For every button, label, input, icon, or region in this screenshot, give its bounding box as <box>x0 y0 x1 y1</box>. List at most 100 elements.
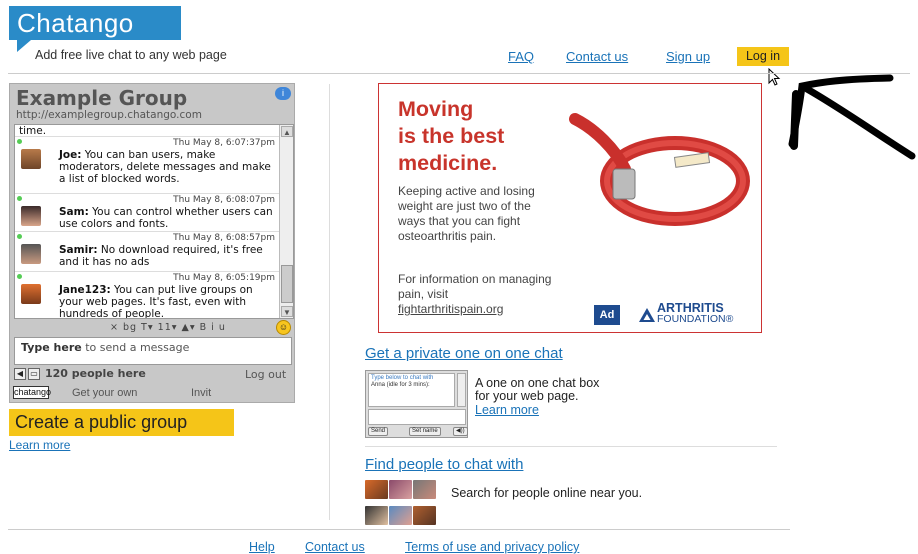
advertisement[interactable]: Moving is the best medicine. Keeping act… <box>378 83 762 333</box>
page: Chatango Add free live chat to any web p… <box>0 0 918 554</box>
message-text: You can ban users, make moderators, dele… <box>59 149 271 185</box>
footer-help[interactable]: Help <box>249 540 275 554</box>
mini-setname-button: Set name <box>409 427 441 436</box>
input-hint: to send a message <box>81 341 190 354</box>
message-item: Thu May 8, 6:08:07pm Sam: You can contro… <box>15 193 293 231</box>
avatar[interactable] <box>389 506 412 525</box>
message-user[interactable]: Jane123: <box>59 284 111 296</box>
message-scrollbar[interactable]: ▲ ▼ <box>279 125 293 318</box>
avatar[interactable] <box>365 506 388 525</box>
create-public-group-button[interactable]: Create a public group <box>9 409 234 436</box>
invite-link[interactable]: Invit <box>191 387 211 399</box>
avatar[interactable] <box>21 284 41 304</box>
contact-link[interactable]: Contact us <box>566 49 628 64</box>
nav-signup[interactable]: Sign up <box>666 49 710 64</box>
scroll-up-icon[interactable]: ▲ <box>281 126 293 137</box>
scroll-thumb[interactable] <box>281 265 293 303</box>
footer-contact[interactable]: Contact us <box>305 540 365 554</box>
message-list[interactable]: time. Thu May 8, 6:07:37pm Joe: You can … <box>14 124 294 319</box>
private-chat-description: A one on one chat box for your web page. <box>475 377 599 403</box>
message-time: Thu May 8, 6:08:57pm <box>173 233 275 243</box>
learn-more-private-link[interactable]: Learn more <box>475 403 539 417</box>
mini-chat-scrollbar <box>457 373 466 407</box>
nav-faq[interactable]: FAQ <box>508 49 534 64</box>
login-button[interactable]: Log in <box>737 47 789 66</box>
dog-collar-image <box>569 113 750 226</box>
terms-link[interactable]: Terms of use and privacy policy <box>405 540 579 554</box>
faq-link[interactable]: FAQ <box>508 49 534 64</box>
nav-contact[interactable]: Contact us <box>566 49 628 64</box>
avatar[interactable] <box>21 244 41 264</box>
ad-council-logo: Ad <box>594 305 620 325</box>
avatar[interactable] <box>21 149 41 169</box>
private-chat-link[interactable]: Get a private one on one chat <box>365 345 563 362</box>
ad-info: For information on managing pain, visit … <box>398 272 558 317</box>
find-people-description: Search for people online near you. <box>451 486 643 500</box>
mini-chat-input <box>368 409 466 425</box>
scroll-down-icon[interactable]: ▼ <box>281 306 293 317</box>
online-dot-icon <box>17 139 22 144</box>
private-chat-preview[interactable]: Type below to chat with Anna (idle for 3… <box>365 370 468 438</box>
footer-terms[interactable]: Terms of use and privacy policy <box>405 540 579 554</box>
ad-headline-line: Moving <box>398 97 474 121</box>
mouse-cursor-icon <box>768 68 781 86</box>
mini-chat-status: Anna (idle for 3 mins): <box>371 382 430 388</box>
help-link[interactable]: Help <box>249 540 275 554</box>
mini-sound-icon: ◀)) <box>453 427 468 436</box>
message-item: Thu May 8, 6:08:57pm Samir: No download … <box>15 231 293 271</box>
online-dot-icon <box>17 234 22 239</box>
signup-link[interactable]: Sign up <box>666 49 710 64</box>
group-url[interactable]: http://examplegroup.chatango.com <box>16 109 202 121</box>
chatango-mini-logo[interactable]: chatango <box>13 386 51 399</box>
ad-headline: Moving is the best medicine. <box>398 96 504 177</box>
arthritis-foundation-logo: ARTHRITIS FOUNDATION® <box>657 302 734 325</box>
ad-body: Keeping active and losing weight are jus… <box>398 184 535 243</box>
sound-icon[interactable]: ◀ <box>14 368 26 380</box>
people-avatars[interactable] <box>365 480 445 532</box>
emoticon-icon[interactable]: ☺ <box>276 320 291 335</box>
arthritis-line: FOUNDATION® <box>657 313 734 325</box>
logo-text: Chatango <box>17 8 134 38</box>
mini-send-button: Send <box>368 427 389 436</box>
avatar[interactable] <box>389 480 412 499</box>
format-toolbar[interactable]: × bg T▾ 11▾ ▲▾ B i u <box>110 322 226 333</box>
message-user[interactable]: Joe: <box>59 149 81 161</box>
ad-headline-line: medicine. <box>398 151 498 175</box>
section-divider <box>365 446 777 447</box>
avatar[interactable] <box>413 480 436 499</box>
ad-link[interactable]: fightarthritispain.org <box>398 302 503 316</box>
input-hint-bold: Type here <box>21 341 82 354</box>
online-dot-icon <box>17 274 22 279</box>
logo-tail <box>17 40 31 52</box>
find-people-link[interactable]: Find people to chat with <box>365 456 523 473</box>
message-time: Thu May 8, 6:08:07pm <box>173 195 275 205</box>
arthritis-foundation-icon <box>639 308 655 322</box>
learn-more-group-link[interactable]: Learn more <box>9 438 70 452</box>
chat-icon[interactable]: ▭ <box>28 368 40 380</box>
footer-contact-link[interactable]: Contact us <box>305 540 365 554</box>
column-divider <box>329 84 330 520</box>
desc-line: for your web page. <box>475 389 579 403</box>
mini-chat-hint: Type below to chat with <box>371 375 434 381</box>
info-icon[interactable]: i <box>275 87 291 100</box>
avatar[interactable] <box>365 480 388 499</box>
hand-drawn-arrow-icon <box>788 74 916 160</box>
logout-link[interactable]: Log out <box>245 368 286 381</box>
avatar[interactable] <box>413 506 436 525</box>
ad-info-text: For information on managing pain, visit <box>398 272 552 301</box>
example-chat-widget[interactable]: Example Group i http://examplegroup.chat… <box>9 83 295 403</box>
chatango-logo[interactable]: Chatango <box>9 6 181 52</box>
people-count[interactable]: 120 people here <box>45 367 146 380</box>
message-item: Thu May 8, 6:05:19pm Jane123: You can pu… <box>15 271 293 318</box>
partial-message: time. <box>15 125 293 137</box>
message-user[interactable]: Samir: <box>59 244 98 256</box>
message-item: Thu May 8, 6:07:37pm Joe: You can ban us… <box>15 136 293 193</box>
bottom-divider <box>8 529 790 530</box>
mini-chat-messages: Type below to chat with Anna (idle for 3… <box>368 373 455 407</box>
online-dot-icon <box>17 196 22 201</box>
message-text: You can control whether users can use co… <box>59 206 273 230</box>
message-user[interactable]: Sam: <box>59 206 89 218</box>
avatar[interactable] <box>21 206 41 226</box>
message-input[interactable]: Type here to send a message <box>14 337 292 365</box>
get-your-own-link[interactable]: Get your own <box>72 387 137 399</box>
